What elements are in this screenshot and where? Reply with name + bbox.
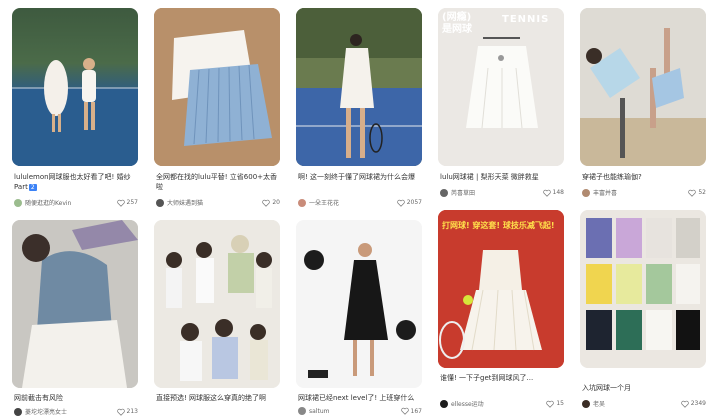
like-count: 2057 — [406, 199, 422, 206]
card-image-5[interactable] — [580, 8, 706, 166]
overlay-caption: (网瘾) 是网球 — [442, 12, 472, 35]
heart-icon — [396, 199, 405, 207]
avatar[interactable] — [298, 407, 306, 415]
card-meta-10: 老吴 2349 — [582, 399, 706, 408]
like-button[interactable]: 52 — [688, 189, 706, 197]
card-image-7[interactable] — [154, 220, 280, 388]
skirts-flatlay — [154, 8, 280, 166]
card-title-4[interactable]: lulu网球裙 | 梨形天菜 微胖救星 — [440, 172, 564, 182]
author-name[interactable]: 大师妹遇到猫 — [167, 198, 262, 207]
author-name[interactable]: 丰富并喜 — [593, 188, 688, 197]
tennis-outfit-poster — [438, 210, 564, 368]
card-image-3[interactable] — [296, 8, 422, 166]
card-meta-5: 丰富并喜 52 — [582, 188, 706, 197]
author-name[interactable]: 菱坨坨漂亮女士 — [25, 407, 117, 416]
card-image-9[interactable]: 打网球! 穿这套! 球技乐减飞起! — [438, 210, 564, 368]
author-name[interactable]: saltum — [309, 408, 401, 415]
part-badge: 2 — [28, 184, 37, 191]
heart-icon — [542, 189, 551, 197]
like-button[interactable]: 167 — [400, 407, 422, 415]
like-count: 213 — [126, 408, 138, 415]
avatar[interactable] — [440, 399, 448, 408]
card-title-7[interactable]: 直接预选! 网球服这么穿真的绝了啊 — [156, 393, 280, 403]
card-meta-6: 菱坨坨漂亮女士 213 — [14, 407, 138, 416]
yoga-pose — [580, 8, 706, 166]
heart-icon — [116, 199, 125, 207]
couple-illustration — [12, 58, 138, 166]
like-button[interactable]: 15 — [546, 400, 564, 408]
card-image-10[interactable] — [580, 210, 706, 368]
avatar[interactable] — [582, 399, 590, 408]
avatar[interactable] — [14, 407, 22, 416]
author-name[interactable]: 芮喜草田 — [451, 188, 543, 197]
card-title-10[interactable]: 入坑网球一个月 — [582, 383, 706, 393]
card-meta-8: saltum 167 — [298, 407, 422, 415]
author-name[interactable]: 随便逛逛的Kevin — [25, 198, 117, 207]
author-name[interactable]: ellesse运动 — [451, 399, 546, 408]
like-button[interactable]: 2349 — [680, 400, 706, 408]
overlay-tennis: TENNIS — [502, 14, 550, 25]
like-count: 167 — [410, 407, 422, 415]
like-button[interactable]: 257 — [116, 199, 138, 207]
heart-icon — [400, 407, 409, 415]
card-meta-9: ellesse运动 15 — [440, 399, 564, 408]
card-meta-3: 一朵王花花 2057 — [298, 198, 422, 207]
card-image-8[interactable] — [296, 220, 422, 388]
player-closeup — [12, 220, 138, 388]
avatar[interactable] — [14, 198, 22, 207]
card-title-2[interactable]: 全网都在找的lulu平替! 立省600+太香啦 — [156, 172, 280, 192]
card-meta-4: 芮喜草田 148 — [440, 188, 564, 197]
like-count: 52 — [698, 189, 706, 196]
card-image-6[interactable] — [12, 220, 138, 388]
like-count: 148 — [552, 189, 564, 196]
like-count: 2349 — [690, 400, 706, 407]
tennis-court-player — [296, 8, 422, 166]
like-count: 20 — [272, 199, 280, 206]
card-image-1[interactable] — [12, 8, 138, 166]
card-title-3[interactable]: 啊! 这一刻终于懂了网球裙为什么会爆 — [298, 172, 422, 182]
avatar[interactable] — [582, 188, 590, 197]
heart-icon — [680, 400, 689, 408]
card-image-4[interactable]: (网瘾) 是网球 TENNIS — [438, 8, 564, 166]
heart-icon — [688, 189, 697, 197]
heart-icon — [546, 400, 555, 408]
like-button[interactable]: 213 — [116, 408, 138, 416]
overlay-caption: 打网球! 穿这套! 球技乐减飞起! — [442, 221, 555, 230]
avatar[interactable] — [298, 198, 306, 207]
black-dress-model — [296, 220, 422, 388]
heart-icon — [116, 408, 125, 416]
heart-icon — [262, 199, 271, 207]
author-name[interactable]: 一朵王花花 — [309, 198, 397, 207]
card-meta-1: 随便逛逛的Kevin 257 — [14, 198, 138, 207]
card-title-1[interactable]: lululemon网球服也太好看了吧! 婚纱Part 2 — [14, 172, 138, 193]
card-title-5[interactable]: 穿裙子也能练瑜伽? — [582, 172, 706, 182]
card-image-2[interactable] — [154, 8, 280, 166]
card-meta-2: 大师妹遇到猫 20 — [156, 198, 280, 207]
like-button[interactable]: 148 — [542, 189, 564, 197]
like-button[interactable]: 2057 — [396, 199, 422, 207]
like-count: 257 — [126, 199, 138, 206]
author-name[interactable]: 老吴 — [593, 399, 681, 408]
outfits-collage — [154, 220, 280, 388]
card-title-6[interactable]: 网前截击有风险 — [14, 393, 138, 403]
card-title-9[interactable]: 谁懂! 一下子get到网球风了... — [440, 373, 564, 383]
skirts-grid — [580, 210, 706, 368]
avatar[interactable] — [440, 188, 448, 197]
like-button[interactable]: 20 — [262, 199, 280, 207]
avatar[interactable] — [156, 198, 164, 207]
card-title-8[interactable]: 网球裙已经next level了! 上班穿什么 — [298, 393, 422, 403]
like-count: 15 — [556, 400, 564, 407]
